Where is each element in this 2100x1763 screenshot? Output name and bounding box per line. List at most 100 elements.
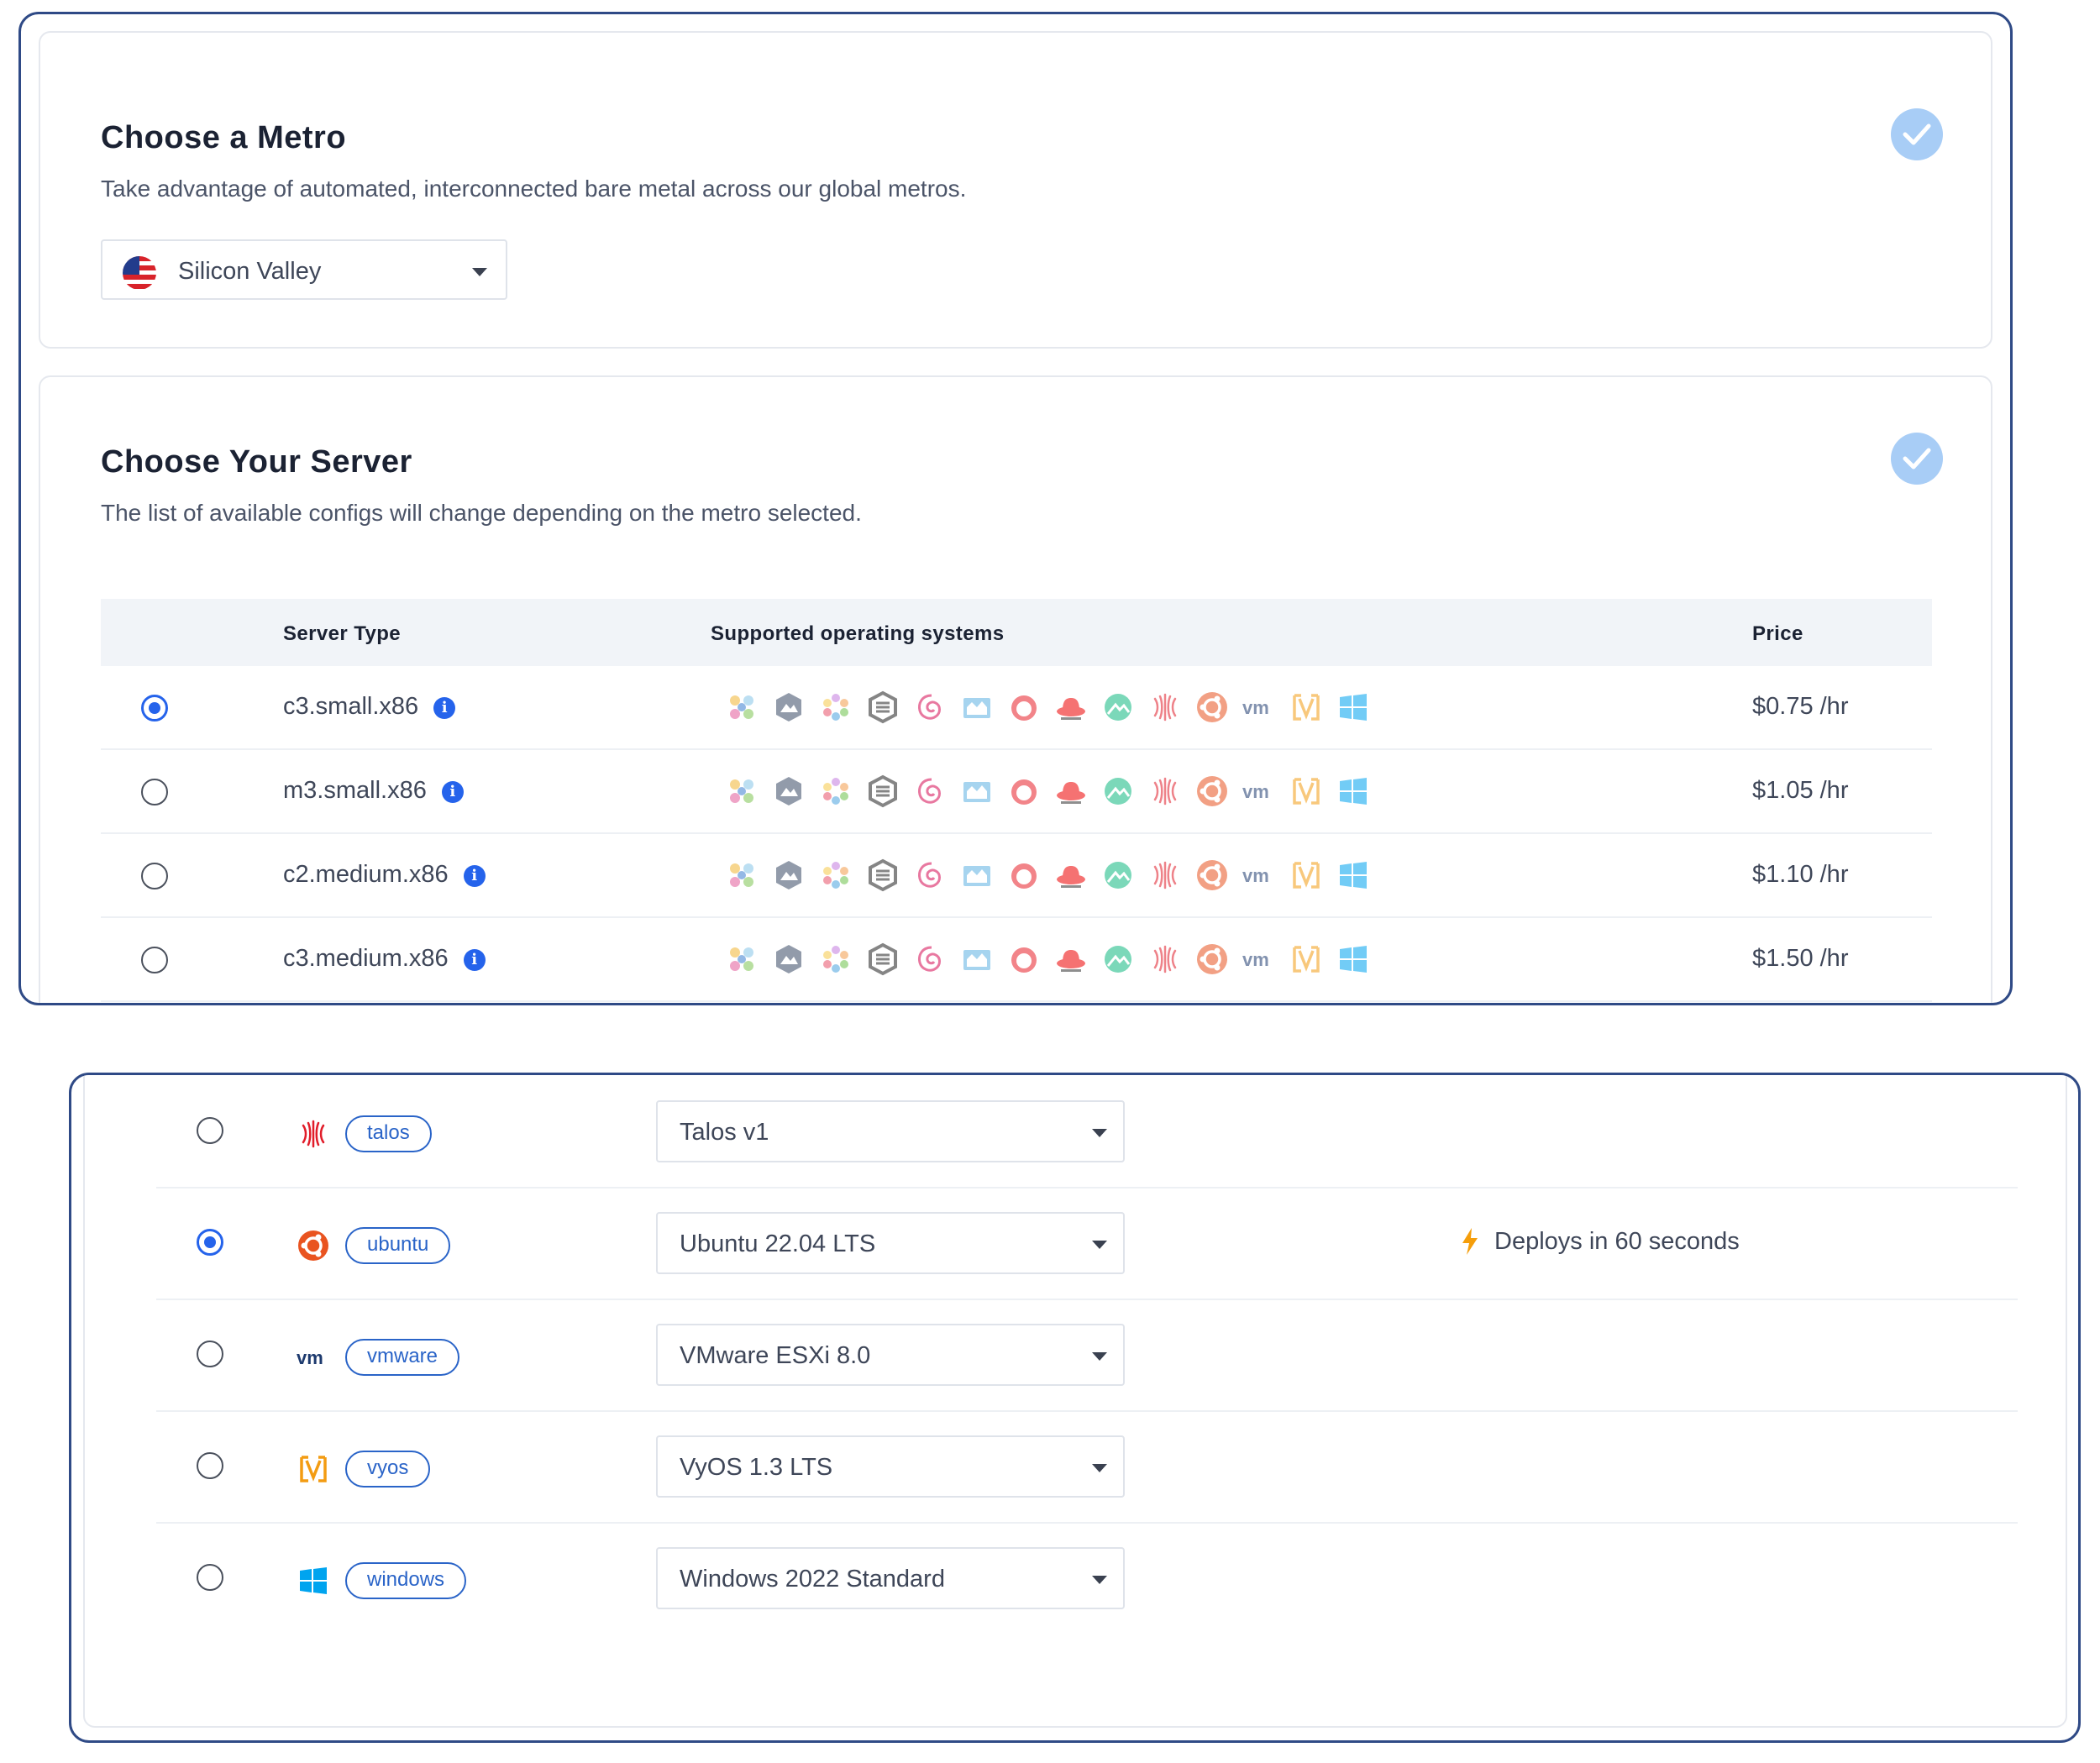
vyos-icon — [1283, 686, 1330, 728]
svg-text:vm: vm — [1242, 697, 1269, 718]
server-title: Choose Your Server — [101, 444, 412, 480]
vmware-icon: vm — [1236, 686, 1283, 728]
server-radio[interactable] — [141, 863, 168, 889]
server-row[interactable]: c3.small.x86 i vm $0.75 /hr — [101, 666, 1932, 750]
opensuse-icon — [859, 686, 906, 728]
deploy-note: Deploys in 60 seconds — [1461, 1227, 1740, 1256]
flatcar-hex-icon — [765, 770, 812, 812]
vmware-icon: vm — [1236, 770, 1283, 812]
server-radio[interactable] — [141, 779, 168, 805]
info-icon[interactable]: i — [463, 949, 486, 971]
svg-text:vm: vm — [1242, 865, 1269, 886]
windows-icon — [295, 1562, 332, 1599]
supported-os-icons: vm — [718, 770, 1377, 812]
os-radio[interactable] — [197, 1452, 223, 1479]
alma-icon — [718, 854, 765, 896]
rocky-icon — [1095, 770, 1142, 812]
server-radio[interactable] — [141, 947, 168, 973]
os-tag: windows — [345, 1562, 467, 1599]
info-icon[interactable]: i — [441, 781, 464, 803]
col-price: Price — [1752, 622, 1803, 645]
os-tag: vyos — [345, 1451, 431, 1488]
server-price: $1.05 /hr — [1752, 777, 1849, 804]
us-flag-icon — [123, 256, 156, 290]
os-version-select[interactable]: Windows 2022 Standard — [656, 1547, 1125, 1609]
rocky-icon — [1095, 854, 1142, 896]
deploy-note-text: Deploys in 60 seconds — [1494, 1227, 1740, 1255]
windows-icon — [1330, 686, 1377, 728]
alma-icon — [718, 770, 765, 812]
metro-select-value: Silicon Valley — [178, 258, 322, 285]
os-version-select[interactable]: Ubuntu 22.04 LTS — [656, 1212, 1125, 1274]
redhat-icon — [1047, 938, 1095, 980]
windows-icon — [1330, 770, 1377, 812]
windows-icon — [1330, 854, 1377, 896]
server-radio[interactable] — [141, 695, 168, 721]
top-screenshot-panel: Choose a Metro Take advantage of automat… — [18, 12, 2013, 1005]
server-price: $0.75 /hr — [1752, 693, 1849, 720]
server-name: m3.small.x86 i — [283, 777, 464, 805]
os-tag: vmware — [345, 1339, 460, 1376]
os-radio[interactable] — [197, 1341, 223, 1367]
chevron-down-icon — [1092, 1576, 1107, 1584]
os-row-vyos[interactable]: vyos VyOS 1.3 LTS — [156, 1412, 2018, 1524]
server-name-label: c2.medium.x86 — [283, 861, 449, 888]
metro-select[interactable]: Silicon Valley — [101, 239, 507, 300]
vmware-icon: vm — [1236, 854, 1283, 896]
redhat-icon — [1047, 770, 1095, 812]
chevron-down-icon — [1092, 1464, 1107, 1472]
os-row-talos[interactable]: talos Talos v1 — [156, 1077, 2018, 1188]
metro-subtitle: Take advantage of automated, interconnec… — [101, 176, 967, 202]
os-version-select[interactable]: VyOS 1.3 LTS — [656, 1435, 1125, 1498]
os-version-select[interactable]: VMware ESXi 8.0 — [656, 1324, 1125, 1386]
ubuntu-icon — [1189, 854, 1236, 896]
os-radio[interactable] — [197, 1564, 223, 1591]
metro-check-icon — [1891, 108, 1943, 160]
os-version-value: VyOS 1.3 LTS — [680, 1454, 833, 1481]
server-row[interactable]: c2.medium.x86 i vm $1.10 /hr — [101, 834, 1932, 918]
os-radio[interactable] — [197, 1229, 223, 1256]
os-row-windows[interactable]: windows Windows 2022 Standard — [156, 1524, 2018, 1635]
vyos-icon — [1283, 938, 1330, 980]
vmware-icon: vm — [295, 1339, 332, 1376]
nixos-icon — [812, 938, 859, 980]
info-icon[interactable]: i — [463, 865, 486, 887]
server-row[interactable]: c3.medium.x86 i vm $1.50 /hr — [101, 918, 1932, 1002]
nixos-icon — [812, 686, 859, 728]
flatcar-icon — [953, 938, 1000, 980]
rocky-icon — [1095, 938, 1142, 980]
server-name-label: m3.small.x86 — [283, 777, 427, 804]
alma-icon — [718, 686, 765, 728]
freebsd-icon — [1000, 770, 1047, 812]
server-name: c3.medium.x86 i — [283, 945, 486, 973]
talos-icon — [1142, 770, 1189, 812]
svg-text:vm: vm — [297, 1347, 323, 1368]
os-tag: talos — [345, 1115, 432, 1152]
server-price: $1.10 /hr — [1752, 861, 1849, 888]
talos-icon — [1142, 938, 1189, 980]
col-server-type: Server Type — [283, 622, 402, 645]
opensuse-icon — [859, 938, 906, 980]
metro-title: Choose a Metro — [101, 120, 347, 155]
debian-icon — [906, 770, 953, 812]
os-row-ubuntu[interactable]: ubuntu Ubuntu 22.04 LTS Deploys in 60 seco… — [156, 1188, 2018, 1300]
freebsd-icon — [1000, 854, 1047, 896]
server-card: Choose Your Server The list of available… — [39, 375, 1992, 1003]
server-table-header: Server Type Supported operating systems … — [101, 599, 1932, 666]
supported-os-icons: vm — [718, 938, 1377, 980]
opensuse-icon — [859, 854, 906, 896]
os-radio[interactable] — [197, 1117, 223, 1144]
vmware-icon: vm — [1236, 938, 1283, 980]
flatcar-hex-icon — [765, 854, 812, 896]
server-row[interactable]: m3.small.x86 i vm $1.05 /hr — [101, 750, 1932, 834]
flatcar-icon — [953, 854, 1000, 896]
ubuntu-icon — [1189, 770, 1236, 812]
flatcar-hex-icon — [765, 686, 812, 728]
ubuntu-icon — [1189, 938, 1236, 980]
os-version-value: Talos v1 — [680, 1119, 769, 1146]
talos-icon — [1142, 854, 1189, 896]
os-tag: ubuntu — [345, 1227, 451, 1264]
info-icon[interactable]: i — [433, 697, 456, 719]
os-row-vmware[interactable]: vm vmware VMware ESXi 8.0 — [156, 1300, 2018, 1412]
os-version-select[interactable]: Talos v1 — [656, 1100, 1125, 1162]
